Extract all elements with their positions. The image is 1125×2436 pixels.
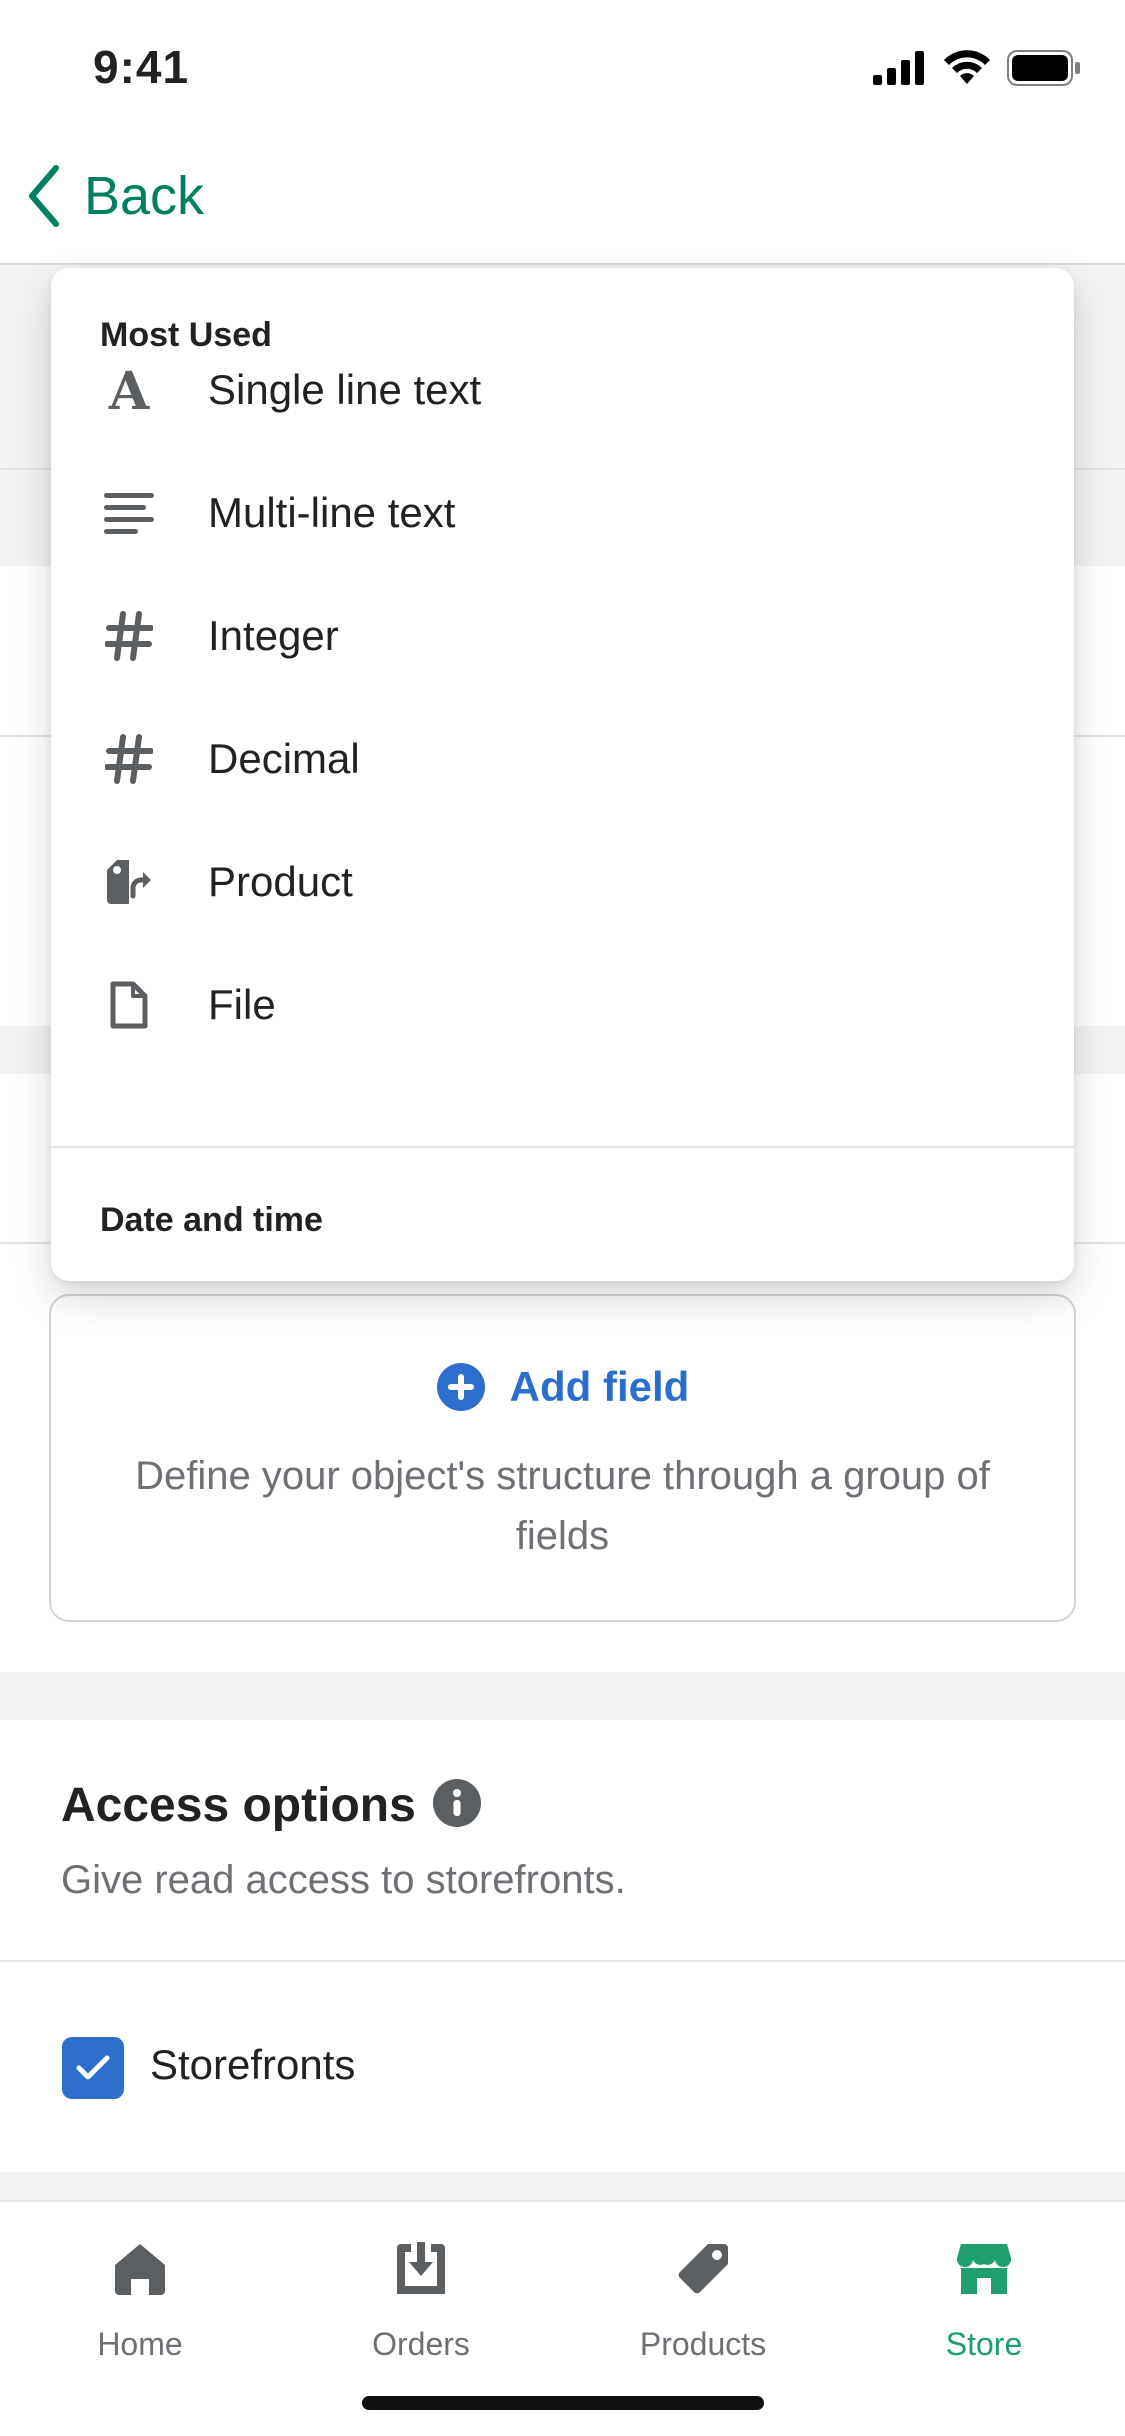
access-options-description: Give read access to storefronts.: [61, 1858, 626, 1902]
nav-bar: Back: [0, 130, 1125, 265]
add-field-button[interactable]: Add field: [51, 1362, 1074, 1412]
dropdown-divider: [51, 1146, 1074, 1148]
tag-icon: [603, 2234, 803, 2304]
tab-home[interactable]: Home: [40, 2234, 240, 2363]
dropdown-item-product[interactable]: Product: [51, 820, 1074, 943]
text-lines-icon: [101, 485, 157, 541]
tab-label: Home: [97, 2326, 183, 2362]
file-icon: [101, 977, 157, 1033]
dropdown-item-decimal[interactable]: Decimal: [51, 697, 1074, 820]
add-field-description: Define your object's structure through a…: [135, 1454, 990, 1558]
wifi-icon: [944, 50, 990, 84]
status-icons: [873, 50, 1081, 86]
status-time: 9:41: [93, 41, 190, 93]
dropdown-item-integer[interactable]: Integer: [51, 574, 1074, 697]
hash-icon: [101, 731, 157, 787]
tab-label: Products: [639, 2326, 767, 2362]
back-button[interactable]: Back: [24, 164, 204, 228]
letter-a-icon: A: [101, 362, 157, 418]
dropdown-item-label: Decimal: [208, 734, 360, 782]
product-tag-icon: [101, 854, 157, 910]
app-screen: 9:41 Back Add field Define your object's…: [0, 0, 1125, 2436]
add-field-box: Add field Define your object's structure…: [49, 1294, 1076, 1622]
cellular-signal-icon: [873, 51, 924, 85]
storefronts-label: Storefronts: [150, 2041, 356, 2088]
dropdown-item-label: Product: [208, 857, 353, 905]
dropdown-item-single-line-text[interactable]: A Single line text: [51, 328, 1074, 451]
section-title-date-and-time: Date and time: [100, 1201, 323, 1239]
checkmark-icon: [76, 2055, 110, 2080]
home-icon: [40, 2234, 240, 2304]
chevron-left-icon: [29, 165, 59, 227]
storefronts-checkbox[interactable]: [62, 2037, 124, 2099]
dropdown-item-label: Multi-line text: [208, 488, 456, 536]
access-options-title: Access options: [61, 1779, 416, 1832]
dropdown-item-file[interactable]: File: [51, 943, 1074, 1066]
store-icon: [884, 2234, 1084, 2304]
tab-label: Store: [945, 2326, 1023, 2362]
status-bar: 9:41: [0, 0, 1125, 130]
dropdown-item-label: File: [208, 980, 276, 1028]
dropdown-item-label: Integer: [208, 611, 339, 659]
battery-icon: [1007, 50, 1080, 86]
tab-store[interactable]: Store: [884, 2234, 1084, 2363]
field-type-dropdown: Most Used A Single line text Multi-line …: [51, 268, 1074, 1281]
divider: [0, 1960, 1125, 1962]
tab-products[interactable]: Products: [603, 2234, 803, 2363]
plus-circle-icon: [436, 1363, 485, 1411]
orders-icon: [321, 2234, 521, 2304]
hash-icon: [101, 608, 157, 664]
back-label: Back: [84, 166, 205, 226]
svg-text:A: A: [108, 365, 150, 415]
dropdown-item-multi-line-text[interactable]: Multi-line text: [51, 451, 1074, 574]
home-indicator[interactable]: [362, 2396, 764, 2410]
tab-orders[interactable]: Orders: [321, 2234, 521, 2363]
dropdown-item-label: Single line text: [208, 365, 482, 413]
add-field-label: Add field: [509, 1363, 690, 1410]
info-icon[interactable]: [432, 1778, 482, 1833]
tab-label: Orders: [372, 2326, 470, 2362]
